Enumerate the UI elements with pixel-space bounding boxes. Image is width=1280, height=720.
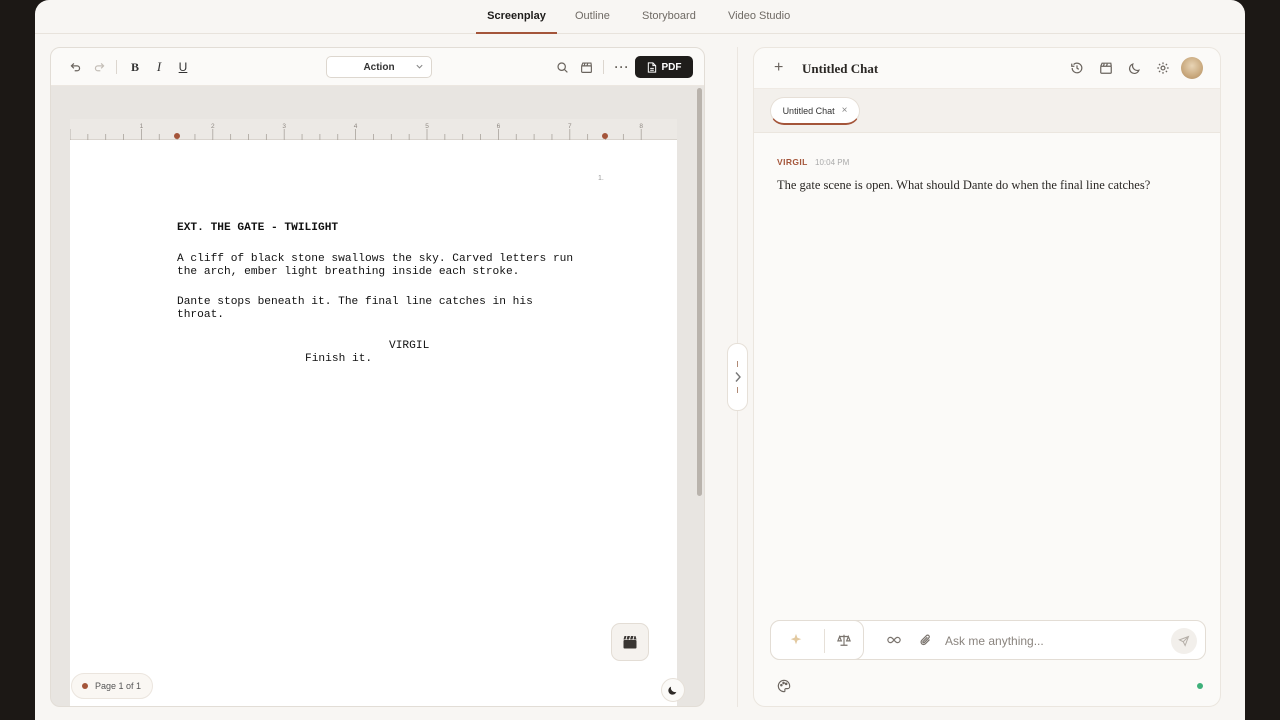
scene-clapper-button[interactable]	[611, 623, 649, 661]
chevron-down-icon	[416, 64, 423, 69]
palette-icon[interactable]	[777, 679, 791, 693]
block-style-value: Action	[363, 61, 395, 73]
send-button[interactable]	[1171, 628, 1197, 654]
avatar[interactable]	[1181, 57, 1203, 79]
ruler-number: 2	[211, 123, 215, 130]
sparkle-icon[interactable]	[789, 633, 803, 647]
scene-heading: EXT. THE GATE - TWILIGHT	[177, 222, 339, 234]
italic-icon[interactable]: I	[151, 59, 167, 75]
send-icon	[1178, 635, 1190, 647]
toolbar-divider	[603, 60, 604, 74]
close-icon[interactable]: ×	[842, 105, 848, 116]
clapperboard-icon	[623, 635, 637, 649]
collapse-panel-handle[interactable]	[727, 343, 748, 411]
scale-icon[interactable]	[837, 633, 851, 647]
new-chat-icon[interactable]: +	[774, 60, 783, 76]
mode-divider	[824, 629, 825, 653]
moon-icon	[668, 686, 677, 695]
undo-icon[interactable]	[67, 59, 83, 75]
infinity-icon[interactable]	[887, 633, 901, 647]
app-window: Screenplay Outline Storyboard Video Stud…	[35, 0, 1245, 720]
message-timestamp: 10:04 PM	[815, 158, 850, 167]
clapperboard-icon[interactable]	[578, 59, 594, 75]
ruler-number: 1	[140, 123, 144, 130]
export-pdf-button[interactable]: PDF	[635, 56, 693, 78]
tab-video-studio[interactable]: Video Studio	[728, 10, 790, 34]
chat-composer	[770, 620, 1206, 660]
tab-screenplay[interactable]: Screenplay	[476, 10, 557, 34]
chat-header: + Untitled Chat	[754, 48, 1220, 89]
redo-icon[interactable]	[91, 59, 107, 75]
bold-icon[interactable]: B	[127, 59, 143, 75]
chat-panel: + Untitled Chat Untitled Chat × VIRGIL 1	[753, 47, 1221, 707]
dialogue-line: Finish it.	[305, 353, 373, 365]
toolbar-divider	[116, 60, 117, 74]
gear-icon[interactable]	[1156, 61, 1170, 75]
editor-toolbar: B I U Action ··· PDF	[51, 48, 704, 86]
chat-tab-label: Untitled Chat	[782, 105, 835, 116]
handle-grip	[737, 361, 738, 367]
mode-selector	[770, 620, 864, 660]
ruler-number: 6	[497, 123, 501, 130]
tab-outline[interactable]: Outline	[575, 10, 610, 34]
chat-title: Untitled Chat	[802, 61, 879, 76]
moon-icon[interactable]	[1128, 61, 1142, 75]
paperclip-icon[interactable]	[919, 633, 933, 647]
action-line: throat.	[177, 309, 224, 321]
right-margin-marker[interactable]	[602, 133, 608, 139]
chevron-right-icon	[734, 372, 741, 382]
ruler-number: 7	[568, 123, 572, 130]
page-indicator-label: Page 1 of 1	[95, 681, 142, 691]
search-icon[interactable]	[554, 59, 570, 75]
page-number: 1.	[598, 175, 604, 182]
ruler-number: 8	[639, 123, 643, 130]
left-margin-marker[interactable]	[174, 133, 180, 139]
ruler-number: 5	[425, 123, 429, 130]
more-icon[interactable]: ···	[614, 59, 630, 75]
chat-tab-strip: Untitled Chat ×	[754, 89, 1220, 133]
action-line: the arch, ember light breathing inside e…	[177, 266, 520, 278]
ruler: 1 2 3 4 5 6 7 8	[70, 119, 677, 140]
message-text: The gate scene is open. What should Dant…	[777, 178, 1151, 192]
history-icon[interactable]	[1070, 61, 1084, 75]
export-pdf-label: PDF	[661, 61, 682, 73]
ruler-number: 3	[282, 123, 286, 130]
tab-storyboard[interactable]: Storyboard	[642, 10, 696, 34]
editor-scrollbar[interactable]	[697, 88, 702, 496]
connection-status-dot	[1197, 683, 1203, 689]
top-nav: Screenplay Outline Storyboard Video Stud…	[35, 0, 1245, 34]
block-style-select[interactable]: Action	[326, 56, 432, 78]
character-name: VIRGIL	[389, 340, 430, 352]
screenplay-editor: B I U Action ··· PDF 1 2 3 4 5 6 7 8 1. EXT. TH…	[50, 47, 705, 707]
chat-input[interactable]	[945, 631, 1165, 651]
screenplay-page[interactable]: 1. EXT. THE GATE - TWILIGHT A cliff of b…	[70, 140, 677, 706]
ruler-number: 4	[354, 123, 358, 130]
document-icon	[647, 61, 656, 73]
handle-grip	[737, 387, 738, 393]
ruler-ticks: 1 2 3 4 5 6 7 8	[70, 123, 643, 140]
action-line: A cliff of black stone swallows the sky.…	[177, 253, 574, 265]
message-author: VIRGIL	[777, 157, 808, 167]
page-indicator: Page 1 of 1	[71, 673, 154, 699]
clapperboard-icon[interactable]	[1099, 61, 1113, 75]
chat-tab[interactable]: Untitled Chat ×	[770, 97, 860, 125]
dark-mode-toggle[interactable]	[661, 678, 685, 702]
underline-icon[interactable]: U	[175, 59, 191, 75]
action-line: Dante stops beneath it. The final line c…	[177, 296, 533, 308]
page-indicator-dot	[82, 683, 88, 689]
